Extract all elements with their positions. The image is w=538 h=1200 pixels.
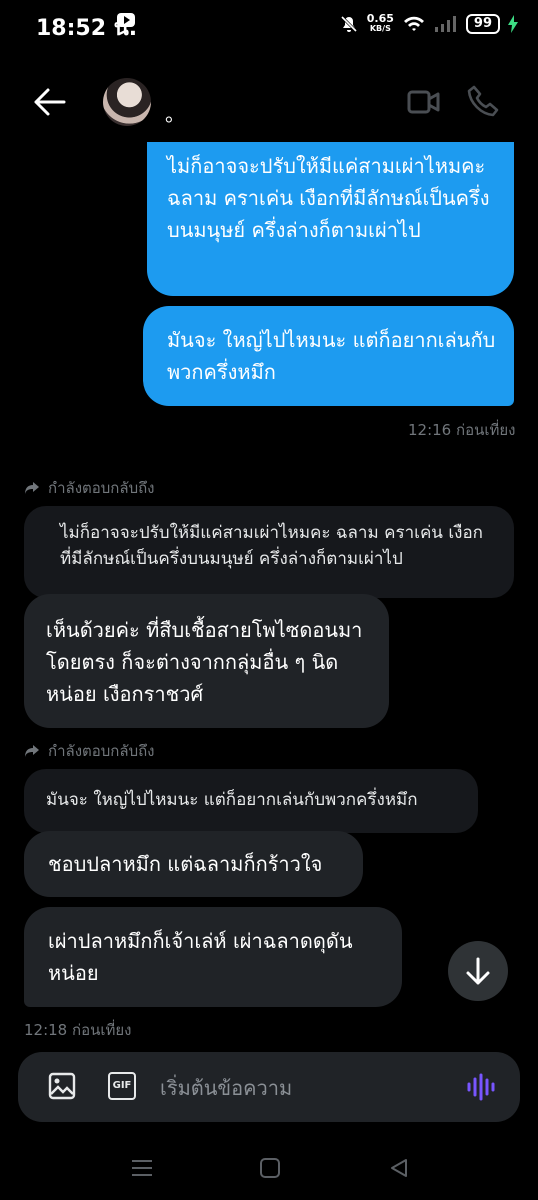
received-message-bubble[interactable]: เผ่าปลาหมึกก็เจ้าเล่ห์ เผ่าฉลาดดุดันหน่อ… <box>24 907 402 1007</box>
message-text: เห็นด้วยค่ะ ที่สืบเชื้อสายโพไซดอนมาโดยตร… <box>46 618 363 706</box>
reply-context-text: กำลังตอบกลับถึง <box>48 742 155 760</box>
wifi-icon <box>403 16 424 31</box>
signal-icon <box>434 16 456 32</box>
scroll-to-bottom-button[interactable] <box>448 941 508 1001</box>
reply-context-label: กำลังตอบกลับถึง <box>24 739 155 763</box>
youtube-notification-icon <box>117 13 135 27</box>
message-timestamp: 12:16 ก่อนเที่ยง <box>408 421 516 439</box>
message-text: ชอบปลาหมึก แต่ฉลามก็กร้าวใจ <box>48 852 323 876</box>
message-text: ไม่ก็อาจจะปรับให้มีแค่สามเผ่าไหมคะ ฉลาม … <box>167 154 490 242</box>
reply-context-text: กำลังตอบกลับถึง <box>48 479 155 497</box>
received-message-bubble[interactable]: เห็นด้วยค่ะ ที่สืบเชื้อสายโพไซดอนมาโดยตร… <box>24 594 389 728</box>
sent-message-bubble[interactable]: มันจะ ใหญ่ไปไหมนะ แต่ก็อยากเล่นกับพวกครึ… <box>143 306 514 406</box>
phone-call-icon[interactable] <box>466 84 500 118</box>
network-speed-unit: KB/S <box>369 24 391 33</box>
message-timestamp: 12:18 ก่อนเที่ยง <box>24 1021 132 1039</box>
reply-context-label: กำลังตอบกลับถึง <box>24 476 155 500</box>
quoted-text: มันจะ ใหญ่ไปไหมนะ แต่ก็อยากเล่นกับพวกครึ… <box>46 790 418 810</box>
quoted-message[interactable]: ไม่ก็อาจจะปรับให้มีแค่สามเผ่าไหมคะ ฉลาม … <box>24 506 514 598</box>
back-arrow-icon[interactable] <box>32 86 68 118</box>
avatar[interactable] <box>103 78 151 126</box>
network-speed: 0.65 KB/S <box>366 12 394 34</box>
back-nav-icon[interactable] <box>388 1157 410 1179</box>
battery-level: 99 <box>465 14 500 34</box>
system-navigation-bar <box>0 1140 538 1200</box>
message-composer: GIF <box>18 1052 520 1122</box>
received-message-bubble[interactable]: ชอบปลาหมึก แต่ฉลามก็กร้าวใจ <box>24 831 363 897</box>
contact-name[interactable]: 。 <box>165 98 185 127</box>
message-text: เผ่าปลาหมึกก็เจ้าเล่ห์ เผ่าฉลาดดุดันหน่อ… <box>48 929 353 985</box>
video-call-icon[interactable] <box>406 86 442 118</box>
status-bar: 18:52 น. 0.65 KB/S 99 <box>0 0 538 52</box>
reply-arrow-icon <box>25 482 39 494</box>
arrow-down-icon <box>466 957 490 985</box>
voice-message-icon[interactable] <box>466 1072 496 1102</box>
image-icon[interactable] <box>48 1072 76 1100</box>
gif-button[interactable]: GIF <box>108 1072 136 1100</box>
charging-icon <box>508 15 518 33</box>
sent-message-bubble[interactable]: ไม่ก็อาจจะปรับให้มีแค่สามเผ่าไหมคะ ฉลาม … <box>147 142 514 296</box>
quoted-message[interactable]: มันจะ ใหญ่ไปไหมนะ แต่ก็อยากเล่นกับพวกครึ… <box>24 769 478 833</box>
status-icons: 0.65 KB/S 99 <box>339 10 518 38</box>
gif-label: GIF <box>112 1080 132 1091</box>
recent-apps-icon[interactable] <box>130 1158 154 1178</box>
home-icon[interactable] <box>259 1157 281 1179</box>
reply-arrow-icon <box>25 745 39 757</box>
network-speed-value: 0.65 <box>366 12 394 25</box>
quoted-text: ไม่ก็อาจจะปรับให้มีแค่สามเผ่าไหมคะ ฉลาม … <box>60 523 483 569</box>
conversation-header: 。 <box>0 72 538 134</box>
mute-icon <box>340 15 357 33</box>
message-input[interactable] <box>158 1072 452 1104</box>
message-text: มันจะ ใหญ่ไปไหมนะ แต่ก็อยากเล่นกับพวกครึ… <box>167 328 496 384</box>
